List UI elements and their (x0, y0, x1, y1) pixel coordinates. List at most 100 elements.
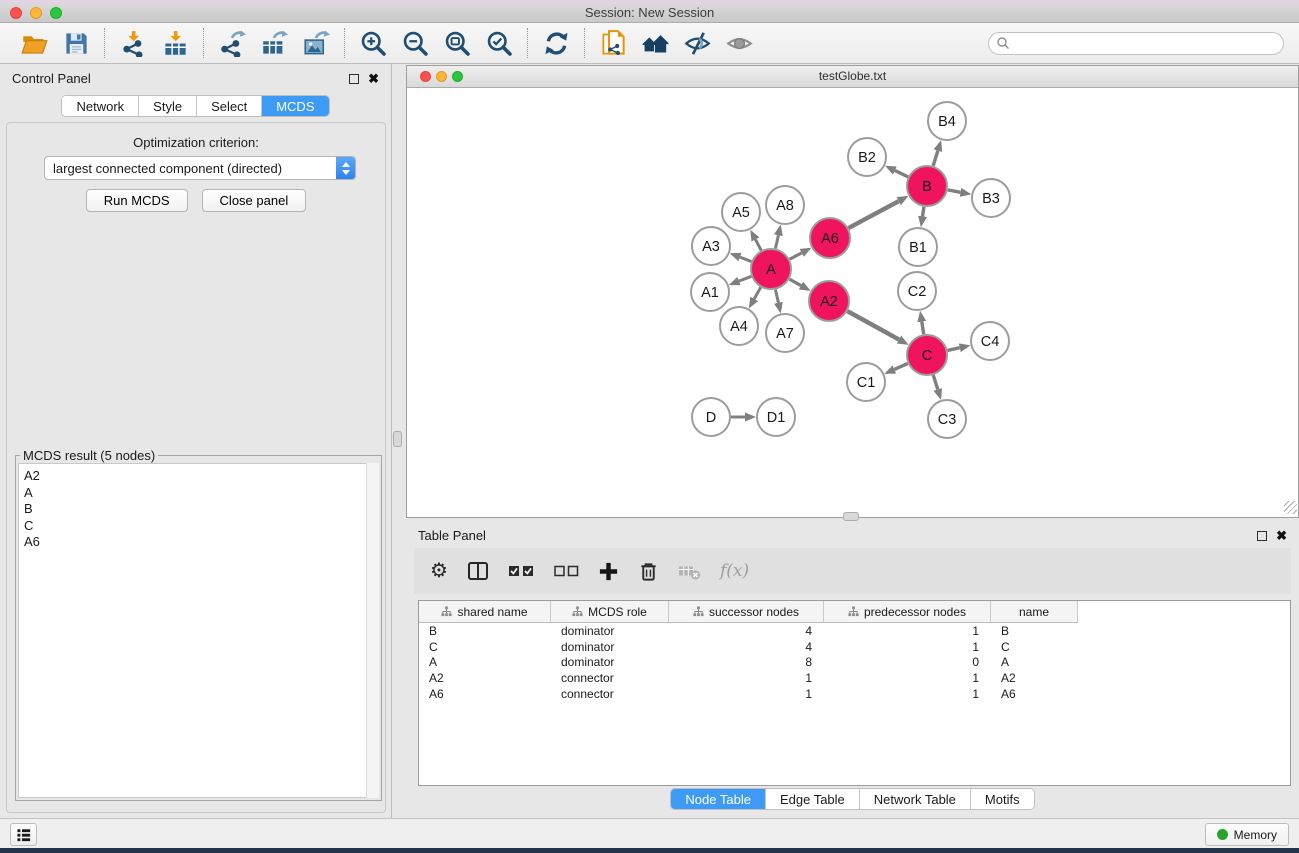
network-close-icon[interactable] (420, 71, 431, 82)
save-session-icon[interactable] (61, 28, 91, 58)
graph-node-D1[interactable]: D1 (757, 398, 795, 436)
export-image-icon[interactable] (301, 28, 331, 58)
zoom-selected-icon[interactable] (484, 28, 514, 58)
close-panel-icon[interactable]: ✖ (368, 74, 379, 84)
resize-grip-icon[interactable] (1284, 501, 1297, 514)
close-panel-button[interactable]: Close panel (202, 189, 307, 212)
graph-node-A4[interactable]: A4 (720, 307, 758, 345)
graph-node-A1[interactable]: A1 (691, 273, 729, 311)
import-table-icon[interactable] (160, 28, 190, 58)
export-table-icon[interactable] (259, 28, 289, 58)
tab-style[interactable]: Style (139, 96, 197, 116)
column-header-predecessor-nodes[interactable]: predecessor nodes (824, 601, 991, 623)
table-row[interactable]: Adominator80A (419, 655, 1290, 671)
graph-edge-A-A5[interactable] (755, 239, 761, 250)
table-row[interactable]: A2connector11A2 (419, 670, 1290, 686)
graph-node-B[interactable]: B (907, 166, 947, 206)
graph-edge-A-A7[interactable] (775, 290, 778, 303)
graph-node-A7[interactable]: A7 (766, 314, 804, 352)
tab-select[interactable]: Select (197, 96, 262, 116)
graph-edge-A2-C[interactable] (847, 311, 899, 339)
column-header-successor-nodes[interactable]: successor nodes (669, 601, 824, 623)
graph-edge-C-C4[interactable] (947, 348, 959, 351)
graph-node-A3[interactable]: A3 (692, 227, 730, 265)
graph-node-C2[interactable]: C2 (898, 272, 936, 310)
vertical-splitter-handle[interactable] (393, 431, 402, 447)
column-settings-icon[interactable]: ⚙ (430, 561, 448, 581)
graph-node-C[interactable]: C (907, 335, 947, 375)
close-table-panel-icon[interactable]: ✖ (1276, 531, 1287, 541)
graph-node-A8[interactable]: A8 (766, 186, 804, 224)
graph-node-B1[interactable]: B1 (899, 228, 937, 266)
graph-edge-B-B2[interactable] (895, 170, 908, 176)
show-hidden-icon[interactable] (724, 28, 754, 58)
mcds-list-scrollbar[interactable] (366, 463, 379, 798)
zoom-in-icon[interactable] (358, 28, 388, 58)
mcds-result-item[interactable]: A (24, 485, 378, 502)
export-network-icon[interactable] (217, 28, 247, 58)
graph-edge-B-B1[interactable] (923, 207, 924, 217)
graph-node-B3[interactable]: B3 (972, 179, 1010, 217)
graph-node-B2[interactable]: B2 (848, 138, 886, 176)
task-history-button[interactable] (10, 823, 37, 846)
import-network-icon[interactable] (118, 28, 148, 58)
split-table-view-icon[interactable] (467, 560, 489, 582)
mcds-result-item[interactable]: B (24, 501, 378, 518)
tab-node-table[interactable]: Node Table (671, 789, 766, 809)
network-graph[interactable]: B4 B2 B B3 A5A8A6 A3 B1 A C2 A1 A2 A4A7 C4 C C1 C3 D D1 (407, 88, 1298, 516)
graph-node-C4[interactable]: C4 (971, 322, 1009, 360)
float-panel-icon[interactable] (349, 74, 359, 84)
network-minimize-icon[interactable] (436, 71, 447, 82)
graph-edge-A-A4[interactable] (754, 287, 761, 299)
float-table-panel-icon[interactable] (1257, 531, 1267, 541)
criterion-dropdown[interactable]: largest connected component (directed) (44, 156, 356, 180)
network-window-titlebar[interactable]: testGlobe.txt (407, 66, 1298, 88)
zoom-window-icon[interactable] (50, 7, 62, 19)
graph-edge-A-A2[interactable] (789, 279, 801, 285)
mcds-result-item[interactable]: A6 (24, 534, 378, 551)
graph-edge-A-A6[interactable] (790, 253, 802, 259)
home-networks-icon[interactable] (640, 28, 670, 58)
tab-network[interactable]: Network (62, 96, 139, 116)
zoom-out-icon[interactable] (400, 28, 430, 58)
tab-mcds[interactable]: MCDS (262, 96, 328, 116)
graph-node-B4[interactable]: B4 (928, 102, 966, 140)
close-window-icon[interactable] (10, 7, 22, 19)
select-all-checks-icon[interactable] (508, 564, 535, 578)
graph-node-D[interactable]: D (692, 398, 730, 436)
memory-button[interactable]: Memory (1205, 823, 1289, 846)
graph-edge-A-A3[interactable] (740, 257, 751, 261)
graph-edge-A6-B[interactable] (849, 201, 899, 228)
graph-edge-C-C1[interactable] (894, 363, 907, 369)
graph-node-C3[interactable]: C3 (928, 400, 966, 438)
graph-edge-C-C2[interactable] (922, 322, 924, 335)
add-column-icon[interactable] (598, 561, 619, 582)
mcds-result-list[interactable]: A2ABCA6 (18, 463, 379, 798)
hide-selected-icon[interactable] (682, 28, 712, 58)
tab-motifs[interactable]: Motifs (971, 789, 1034, 809)
graph-edge-A-A1[interactable] (739, 276, 751, 281)
column-header-shared-name[interactable]: shared name (419, 601, 551, 623)
mcds-result-item[interactable]: C (24, 518, 378, 535)
search-box[interactable] (988, 32, 1284, 55)
run-mcds-button[interactable]: Run MCDS (86, 189, 188, 212)
apply-preferred-layout-icon[interactable] (541, 28, 571, 58)
graph-node-A5[interactable]: A5 (722, 193, 760, 231)
horizontal-splitter-handle[interactable] (843, 512, 859, 521)
column-header-MCDS-role[interactable]: MCDS role (551, 601, 669, 623)
delete-columns-icon[interactable] (638, 561, 659, 582)
open-session-icon[interactable] (19, 28, 49, 58)
graph-node-A2[interactable]: A2 (809, 281, 849, 321)
graph-edge-C-C3[interactable] (933, 375, 937, 389)
graph-edge-B-B3[interactable] (948, 190, 961, 192)
graph-edge-A-A8[interactable] (775, 235, 778, 248)
column-header-name[interactable]: name (991, 601, 1078, 623)
graph-node-C1[interactable]: C1 (847, 363, 885, 401)
search-input[interactable] (1010, 34, 1283, 53)
tab-network-table[interactable]: Network Table (860, 789, 971, 809)
table-row[interactable]: Cdominator41C (419, 639, 1290, 655)
mcds-result-item[interactable]: A2 (24, 468, 378, 485)
minimize-window-icon[interactable] (30, 7, 42, 19)
graph-node-A6[interactable]: A6 (810, 218, 850, 258)
graph-node-A[interactable]: A (751, 249, 791, 289)
